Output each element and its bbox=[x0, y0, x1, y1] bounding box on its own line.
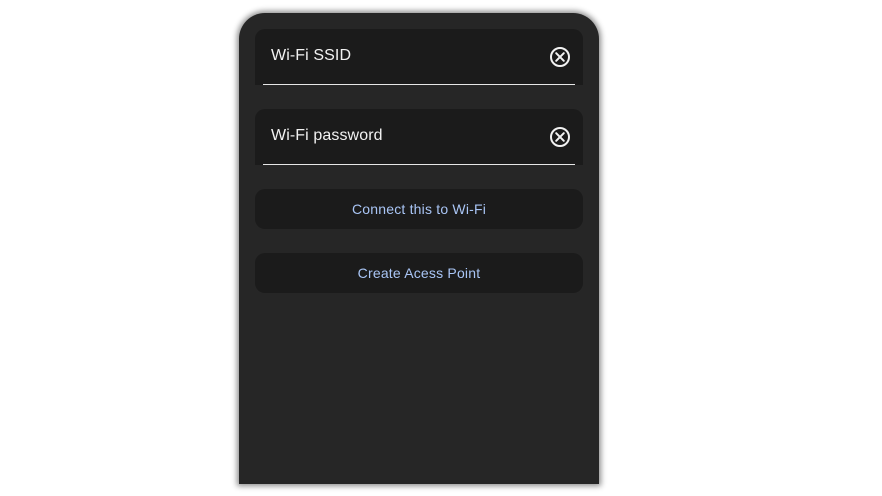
clear-password-icon[interactable] bbox=[549, 126, 571, 148]
cancel-circle-icon bbox=[550, 127, 570, 147]
connect-wifi-button[interactable]: Connect this to Wi-Fi bbox=[255, 189, 583, 229]
clear-ssid-icon[interactable] bbox=[549, 46, 571, 68]
app-panel: Wi-Fi SSID Wi-Fi password Connect this t… bbox=[239, 13, 599, 484]
cancel-circle-icon bbox=[550, 47, 570, 67]
ssid-field-label: Wi-Fi SSID bbox=[271, 47, 352, 64]
password-field-underline bbox=[263, 164, 575, 165]
ssid-field-underline bbox=[263, 84, 575, 85]
ssid-field[interactable]: Wi-Fi SSID bbox=[255, 29, 583, 85]
password-field-label: Wi-Fi password bbox=[271, 127, 383, 144]
password-field[interactable]: Wi-Fi password bbox=[255, 109, 583, 165]
create-access-point-button[interactable]: Create Acess Point bbox=[255, 253, 583, 293]
